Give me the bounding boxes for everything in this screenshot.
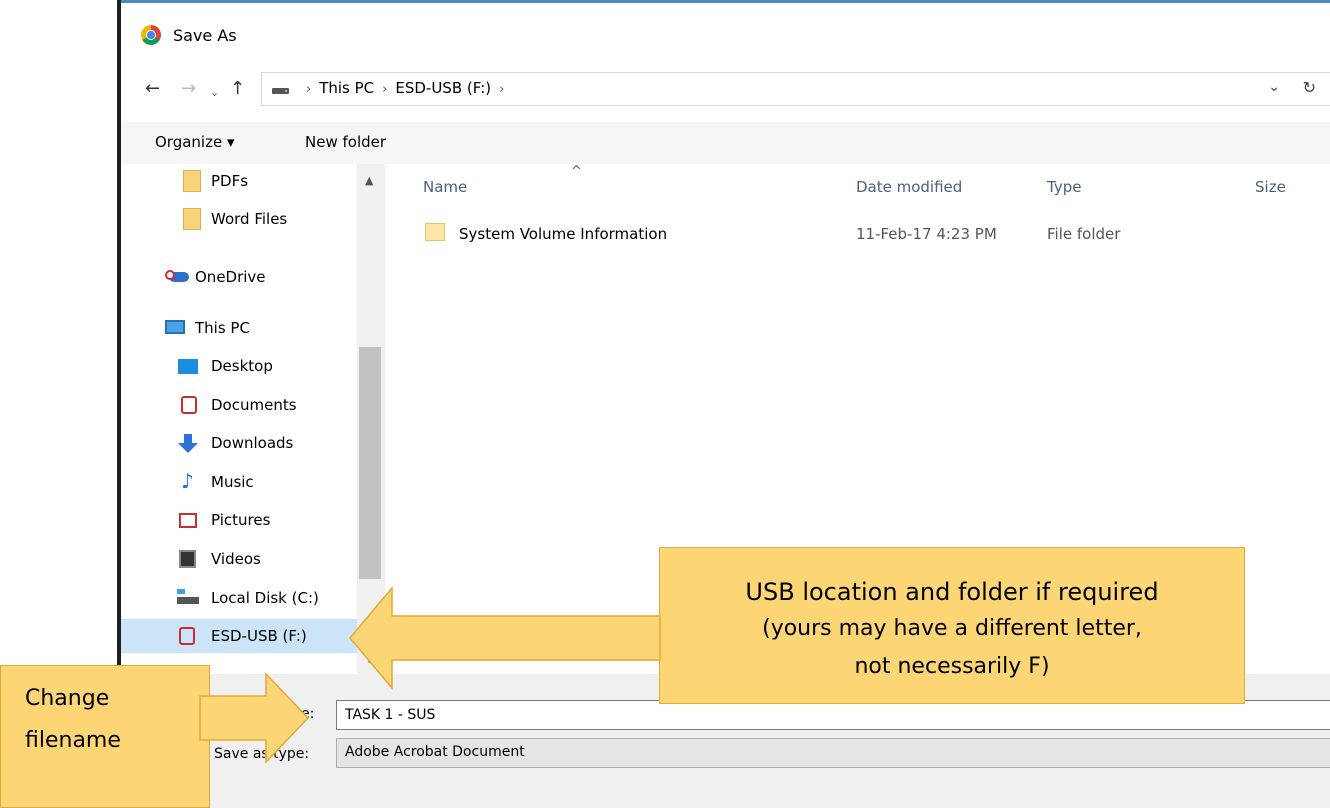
sidebar-item-label: Word Files [211, 210, 288, 228]
sidebar-item-label: Local Disk (C:) [211, 589, 319, 607]
recent-locations-icon[interactable]: ⌄ [210, 82, 219, 104]
folder-icon [183, 208, 201, 230]
folder-icon [425, 223, 445, 241]
computer-icon [165, 320, 185, 334]
forward-arrow-icon[interactable]: → [181, 78, 196, 100]
sidebar-item-desktop[interactable]: Desktop [121, 349, 357, 383]
breadcrumb-esd-usb[interactable]: ESD-USB (F:) [395, 79, 491, 97]
documents-icon [181, 396, 197, 414]
change-filename-callout: Change filename [0, 665, 210, 808]
scroll-up-icon[interactable]: ▲ [365, 174, 373, 187]
up-arrow-icon[interactable]: ↑ [230, 78, 245, 100]
usb-location-callout: USB location and folder if required (you… [659, 547, 1245, 704]
folder-icon [183, 170, 201, 192]
table-row[interactable]: System Volume Information 11-Feb-17 4:23… [409, 220, 1330, 250]
breadcrumb-separator[interactable]: › [382, 82, 387, 97]
callout-arrow-right [199, 672, 310, 764]
callout-arrow-left [349, 585, 661, 691]
file-date-modified: 11-Feb-17 4:23 PM [856, 225, 997, 243]
sidebar-item-music[interactable]: ♪ Music [121, 465, 357, 499]
sidebar-item-label: This PC [195, 319, 250, 337]
sidebar-item-label: Downloads [211, 434, 294, 452]
callout-change-line2: filename [25, 728, 121, 753]
sidebar-item-local-disk[interactable]: Local Disk (C:) [121, 581, 357, 615]
sidebar-item-pictures[interactable]: Pictures [121, 503, 357, 537]
chrome-icon [141, 25, 161, 45]
sidebar-item-label: Pictures [211, 511, 271, 529]
callout-subtitle-line2: not necessarily F) [854, 654, 1050, 679]
pictures-icon [179, 513, 197, 528]
navigation-pane: PDFs Word Files OneDrive This PC Desktop… [121, 164, 389, 674]
sidebar-item-documents[interactable]: Documents [121, 388, 357, 422]
sort-caret-icon: ^ [571, 164, 582, 179]
back-arrow-icon[interactable]: ← [145, 78, 160, 100]
file-type: File folder [1047, 225, 1121, 243]
sidebar-item-label: Desktop [211, 357, 273, 375]
sidebar-item-onedrive[interactable]: OneDrive [121, 260, 357, 294]
new-folder-button[interactable]: New folder [305, 133, 386, 151]
breadcrumb: › This PC › ESD-USB (F:) › [298, 79, 512, 97]
sidebar-item-downloads[interactable]: Downloads [121, 426, 357, 460]
downloads-icon [177, 434, 199, 453]
callout-subtitle-line1: (yours may have a different letter, [762, 616, 1142, 641]
column-header-date-modified[interactable]: Date modified [856, 178, 962, 196]
window-top-border [121, 0, 1330, 3]
music-icon: ♪ [181, 469, 194, 493]
desktop-icon [178, 359, 198, 374]
column-header-type[interactable]: Type [1047, 178, 1081, 196]
usb-drive-icon [179, 627, 195, 645]
callout-title: USB location and folder if required [745, 578, 1159, 606]
command-bar: Organize ▾ New folder [121, 122, 1330, 164]
save-as-type-select[interactable]: Adobe Acrobat Document [336, 738, 1330, 768]
sidebar-item-videos[interactable]: Videos [121, 542, 357, 576]
window-title: Save As [173, 26, 237, 45]
sidebar-item-label: OneDrive [195, 268, 266, 286]
breadcrumb-separator[interactable]: › [306, 82, 311, 97]
breadcrumb-this-pc[interactable]: This PC [319, 79, 374, 97]
sidebar-item-label: Videos [211, 550, 261, 568]
column-header-size[interactable]: Size [1255, 178, 1286, 196]
scrollbar-thumb[interactable] [359, 347, 381, 579]
file-name: System Volume Information [459, 225, 668, 243]
sidebar-item-this-pc[interactable]: This PC [121, 311, 357, 345]
videos-icon [179, 550, 196, 568]
refresh-icon[interactable]: ↻ [1303, 78, 1316, 97]
drive-icon [272, 88, 289, 94]
sidebar-item-label: PDFs [211, 172, 249, 190]
sidebar-item-label: ESD-USB (F:) [211, 627, 307, 645]
column-header-name[interactable]: Name [423, 178, 467, 196]
breadcrumb-separator[interactable]: › [499, 82, 504, 97]
sidebar-item-label: Music [211, 473, 254, 491]
address-bar[interactable]: › This PC › ESD-USB (F:) › ⌄ ↻ [261, 72, 1330, 106]
organize-button[interactable]: Organize ▾ [155, 133, 235, 151]
navigation-bar: ← → ⌄ ↑ › This PC › ESD-USB (F:) › ⌄ ↻ [121, 68, 1330, 112]
address-dropdown-icon[interactable]: ⌄ [1268, 79, 1280, 95]
filename-input[interactable] [336, 700, 1330, 730]
sidebar-item-label: Documents [211, 396, 297, 414]
local-disk-icon [177, 589, 199, 604]
onedrive-icon [165, 270, 189, 282]
sidebar-item-word-files[interactable]: Word Files [121, 202, 357, 236]
title-bar[interactable]: Save As [121, 14, 1330, 54]
callout-change-line1: Change [25, 686, 110, 711]
sidebar-item-pdfs[interactable]: PDFs [121, 164, 357, 198]
sidebar-item-esd-usb[interactable]: ESD-USB (F:) [121, 619, 357, 653]
